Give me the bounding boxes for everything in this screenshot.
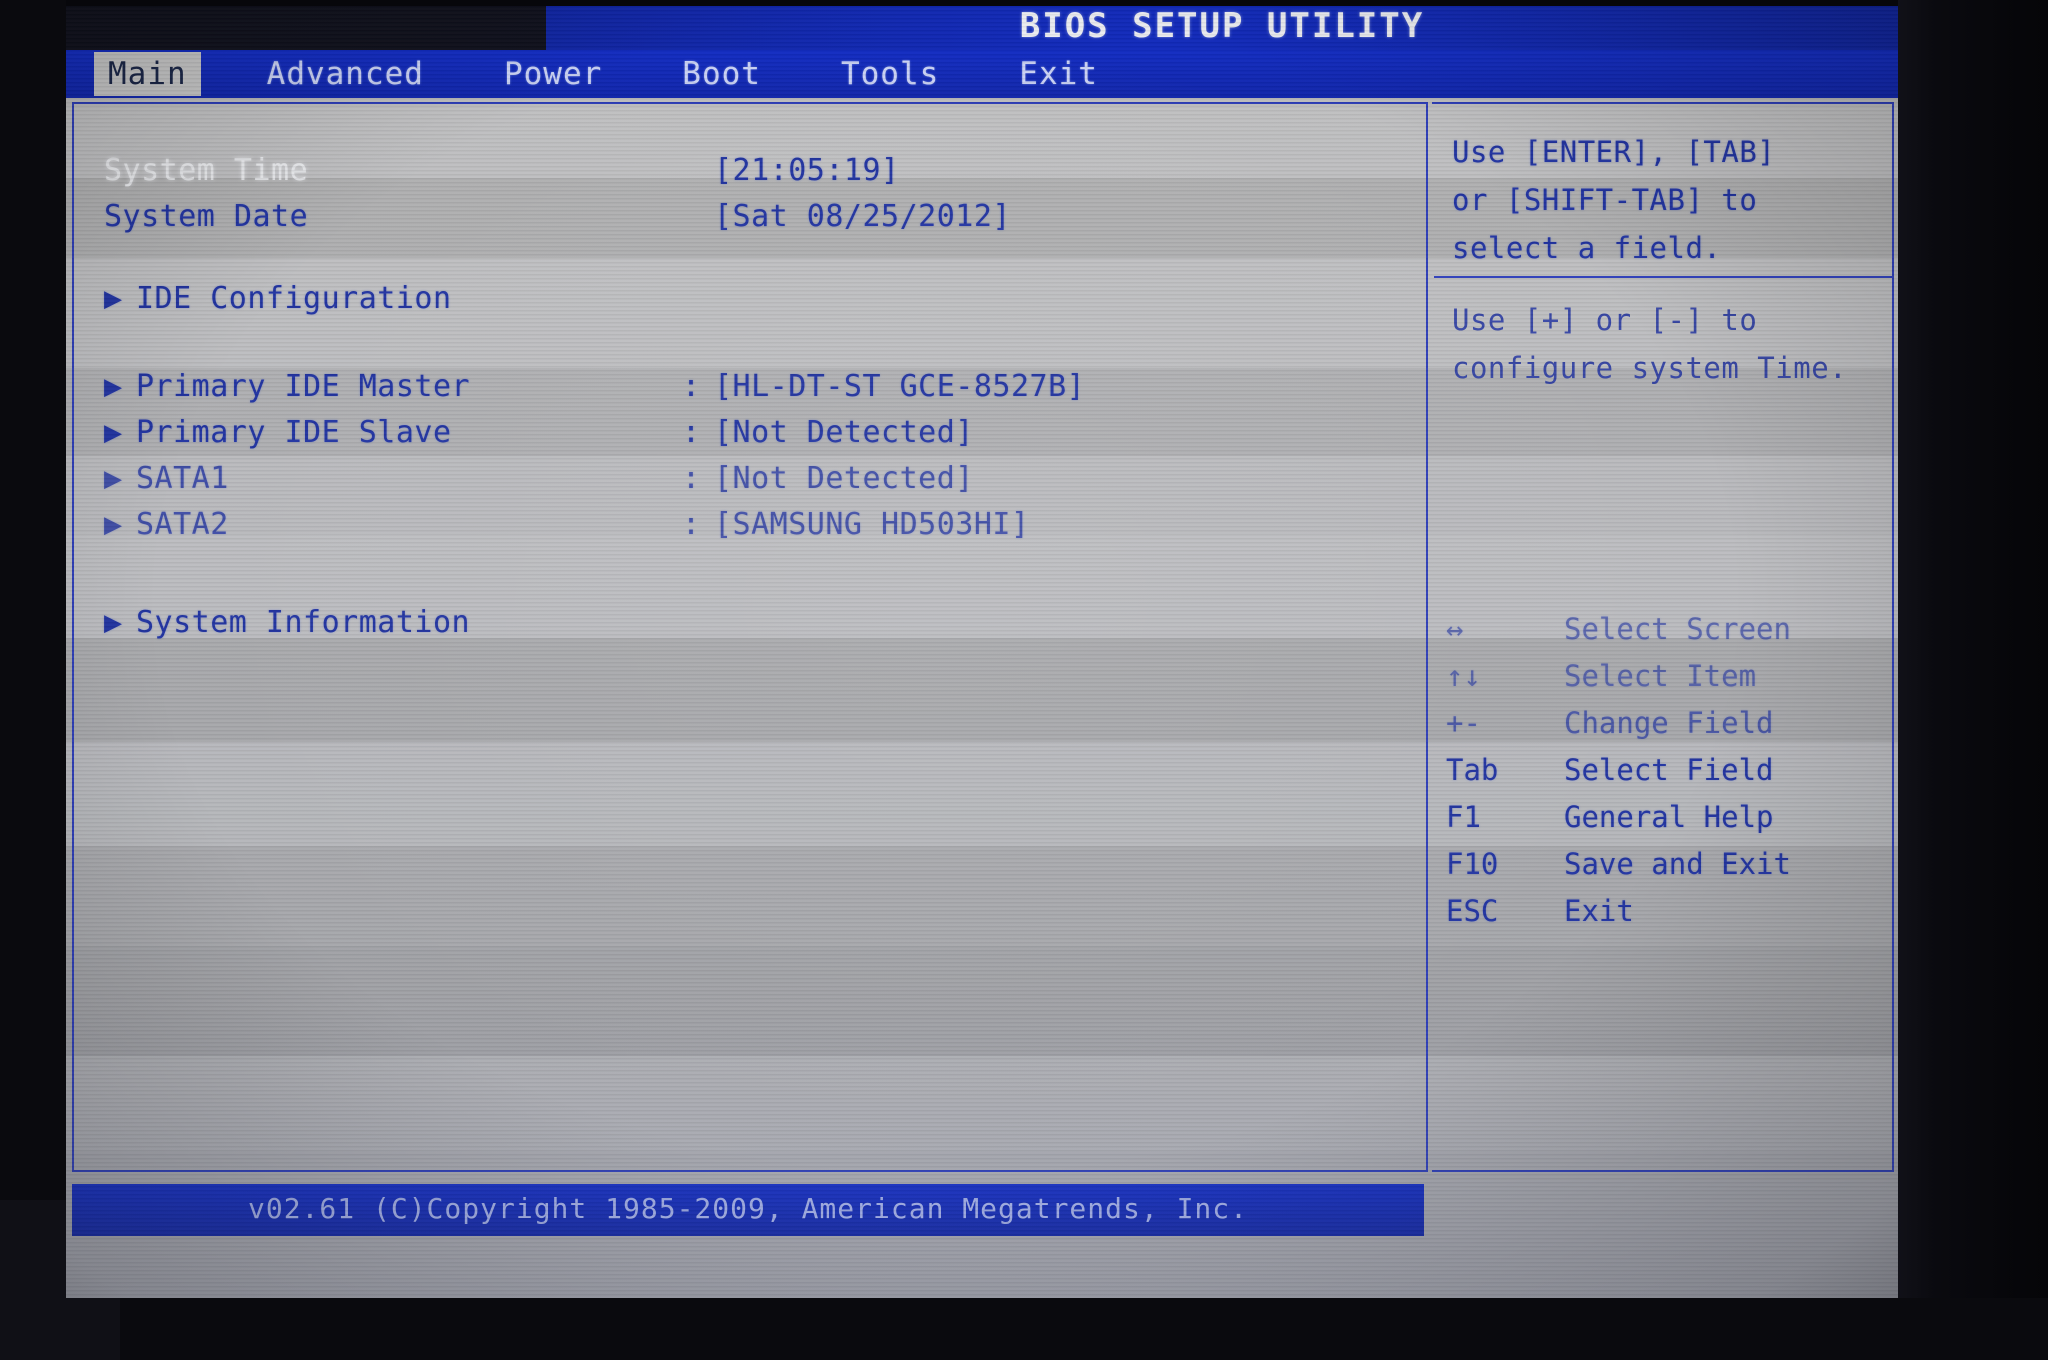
system-time-value[interactable]: [21:05:19] (714, 148, 900, 194)
help-panel-divider (1434, 276, 1892, 278)
sata1-value: [Not Detected] (714, 461, 974, 496)
colon-separator: : (682, 461, 701, 496)
footer-bar: v02.61 (C)Copyright 1985-2009, American … (72, 1184, 1424, 1236)
crt-display-area: BIOS SETUP UTILITY Main Advanced Power B… (66, 6, 1898, 1298)
bios-screen-photo: BIOS SETUP UTILITY Main Advanced Power B… (0, 0, 2048, 1360)
primary-ide-master-value: [HL-DT-ST GCE-8527B] (714, 369, 1086, 404)
key-legend-select-screen: ↔ Select Screen (1446, 606, 1886, 653)
row-sata2[interactable]: ▶ SATA2 : [SAMSUNG HD503HI] (74, 502, 1426, 548)
sata1-label: SATA1 (136, 461, 229, 496)
key-legend: ↔ Select Screen ↑↓ Select Item +- Change… (1446, 606, 1886, 935)
copyright-text: v02.61 (C)Copyright 1985-2009, American … (247, 1192, 1248, 1225)
monitor-bezel-left (0, 0, 66, 1360)
row-ide-configuration[interactable]: ▶ IDE Configuration (74, 276, 1426, 322)
menu-item-power[interactable]: Power (490, 52, 616, 96)
key-legend-general-help: F1 General Help (1446, 794, 1886, 841)
monitor-bezel-right (1898, 0, 2048, 1360)
arrow-up-down-icon: ↑↓ (1446, 659, 1481, 693)
help-line-4: Use [+] or [-] to (1452, 303, 1758, 337)
submenu-arrow-icon: ▶ (104, 605, 123, 640)
primary-ide-slave-label: Primary IDE Slave (136, 415, 452, 450)
submenu-arrow-icon: ▶ (104, 415, 123, 450)
key-legend-label: Change Field (1564, 706, 1774, 740)
menu-items: Main Advanced Power Boot Tools Exit (94, 50, 1164, 98)
menu-item-boot[interactable]: Boot (668, 52, 775, 96)
tab-key-label: Tab (1446, 753, 1499, 787)
title-bar: BIOS SETUP UTILITY (66, 6, 1898, 50)
key-legend-select-item: ↑↓ Select Item (1446, 653, 1886, 700)
primary-ide-slave-value: [Not Detected] (714, 415, 974, 450)
help-line-3: select a field. (1452, 231, 1722, 265)
key-legend-label: Select Item (1564, 659, 1757, 693)
help-line-5: configure system Time. (1452, 351, 1848, 385)
menu-bar: Main Advanced Power Boot Tools Exit (66, 50, 1898, 98)
submenu-arrow-icon: ▶ (104, 461, 123, 496)
menu-item-tools[interactable]: Tools (827, 52, 953, 96)
system-date-value[interactable]: [Sat 08/25/2012] (714, 194, 1011, 240)
row-sata1[interactable]: ▶ SATA1 : [Not Detected] (74, 456, 1426, 502)
submenu-arrow-icon: ▶ (104, 369, 123, 404)
submenu-arrow-icon: ▶ (104, 281, 123, 316)
esc-key-label: ESC (1446, 894, 1499, 928)
arrow-left-right-icon: ↔ (1446, 612, 1464, 646)
f10-key-label: F10 (1446, 847, 1499, 881)
sata2-label: SATA2 (136, 507, 229, 542)
menu-item-exit[interactable]: Exit (1005, 52, 1112, 96)
row-primary-ide-master[interactable]: ▶ Primary IDE Master : [HL-DT-ST GCE-852… (74, 364, 1426, 410)
system-date-label: System Date (104, 199, 309, 234)
help-text-configure-time: Use [+] or [-] to configure system Time. (1452, 296, 1892, 392)
menu-item-advanced[interactable]: Advanced (253, 52, 438, 96)
row-primary-ide-slave[interactable]: ▶ Primary IDE Slave : [Not Detected] (74, 410, 1426, 456)
plus-minus-icon: +- (1446, 706, 1481, 740)
system-time-label: System Time (104, 153, 309, 188)
submenu-arrow-icon: ▶ (104, 507, 123, 542)
colon-separator: : (682, 507, 701, 542)
system-information-label: System Information (136, 605, 471, 640)
key-legend-change-field: +- Change Field (1446, 700, 1886, 747)
window-title: BIOS SETUP UTILITY (1019, 6, 1425, 46)
key-legend-label: Select Field (1564, 753, 1774, 787)
sata2-value: [SAMSUNG HD503HI] (714, 507, 1030, 542)
key-legend-label: Exit (1564, 894, 1634, 928)
help-line-1: Use [ENTER], [TAB] (1452, 135, 1776, 169)
key-legend-label: General Help (1564, 800, 1774, 834)
help-text-field-selection: Use [ENTER], [TAB] or [SHIFT-TAB] to sel… (1452, 128, 1882, 272)
colon-separator: : (682, 369, 701, 404)
key-legend-select-field: Tab Select Field (1446, 747, 1886, 794)
monitor-bezel-bottom (0, 1298, 2048, 1360)
title-bar-fill: BIOS SETUP UTILITY (546, 6, 1898, 50)
settings-list: System Time [21:05:19] System Date [Sat … (74, 106, 1426, 646)
row-system-date[interactable]: System Date [Sat 08/25/2012] (74, 194, 1426, 240)
bios-setup-utility: BIOS SETUP UTILITY Main Advanced Power B… (66, 6, 1898, 1298)
ide-configuration-label: IDE Configuration (136, 281, 452, 316)
menu-item-main[interactable]: Main (94, 52, 201, 96)
f1-key-label: F1 (1446, 800, 1481, 834)
primary-ide-master-label: Primary IDE Master (136, 369, 471, 404)
row-system-information[interactable]: ▶ System Information (74, 600, 1426, 646)
help-line-2: or [SHIFT-TAB] to (1452, 183, 1758, 217)
key-legend-label: Select Screen (1564, 612, 1791, 646)
key-legend-exit: ESC Exit (1446, 888, 1886, 935)
row-system-time[interactable]: System Time [21:05:19] (74, 148, 1426, 194)
key-legend-save-and-exit: F10 Save and Exit (1446, 841, 1886, 888)
colon-separator: : (682, 415, 701, 450)
key-legend-label: Save and Exit (1564, 847, 1791, 881)
